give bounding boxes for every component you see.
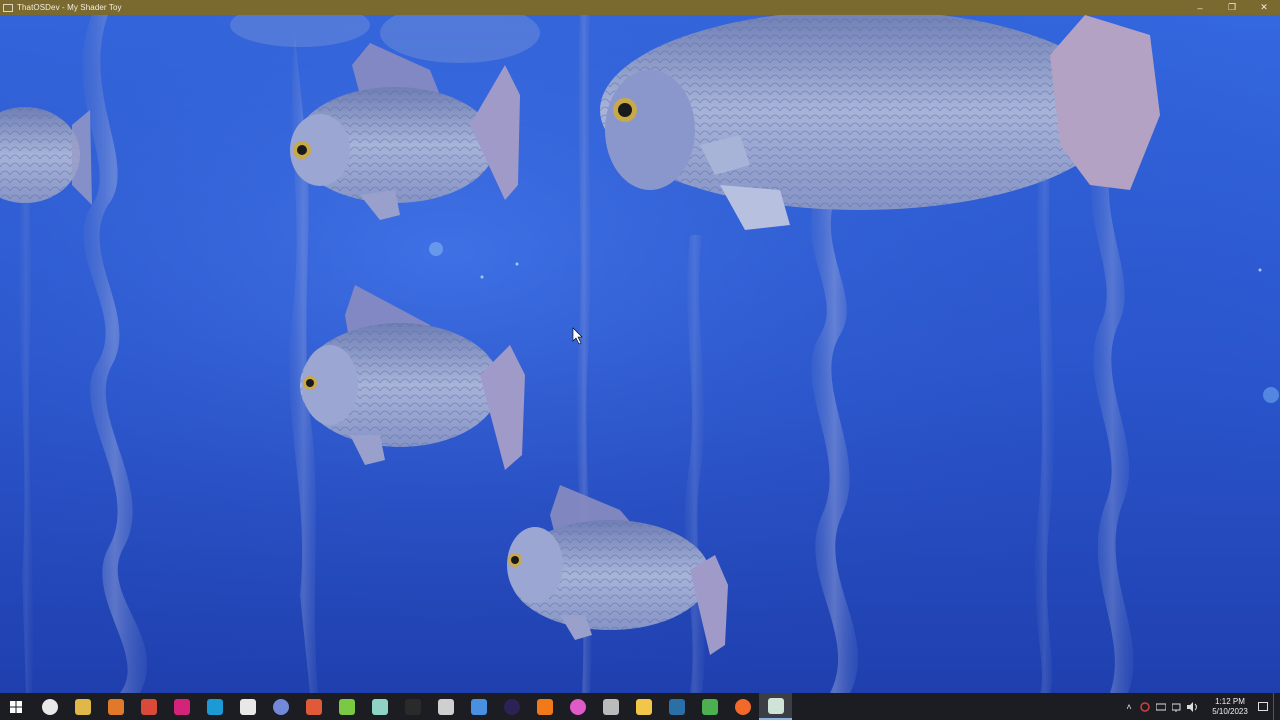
blender-icon <box>107 698 124 715</box>
taskbar-app-15[interactable] <box>528 693 561 720</box>
minimize-button[interactable]: – <box>1184 0 1216 15</box>
taskbar-app-9[interactable] <box>330 693 363 720</box>
taskbar-app-19[interactable] <box>660 693 693 720</box>
tray-device-icon[interactable] <box>1153 693 1169 720</box>
window-title-bar[interactable]: ThatOSDev - My Shader Toy – ❐ ✕ <box>0 0 1280 15</box>
taskbar-app-8[interactable] <box>297 693 330 720</box>
fish-left-partial <box>0 107 92 205</box>
taskbar-app-13[interactable] <box>462 693 495 720</box>
taskbar-app-3[interactable] <box>132 693 165 720</box>
show-desktop-button[interactable] <box>1273 693 1280 720</box>
taskbar-app-7[interactable] <box>264 693 297 720</box>
taskbar-app-6[interactable] <box>231 693 264 720</box>
m-app-icon <box>173 698 190 715</box>
taskbar-app-12[interactable] <box>429 693 462 720</box>
firefox-icon <box>734 698 751 715</box>
discord-icon <box>272 698 289 715</box>
notepad-icon <box>338 698 355 715</box>
tiles-app-icon <box>701 698 718 715</box>
taskbar-app-17[interactable] <box>594 693 627 720</box>
taskbar: ˄ 1:12 PM 5/10/2023 <box>0 693 1280 720</box>
network-icon[interactable] <box>1169 693 1185 720</box>
pencil-app-icon <box>74 698 91 715</box>
taskbar-app-4[interactable] <box>165 693 198 720</box>
flame-app-icon <box>536 698 553 715</box>
taskbar-app-22[interactable] <box>759 693 792 720</box>
inkscape-icon <box>437 698 454 715</box>
window-title: ThatOSDev - My Shader Toy <box>17 3 122 12</box>
taskbar-app-16[interactable] <box>561 693 594 720</box>
paint-app-icon <box>140 698 157 715</box>
notification-icon[interactable] <box>1255 693 1271 720</box>
cmake-icon <box>470 698 487 715</box>
obs-icon <box>41 698 58 715</box>
taskbar-app-21[interactable] <box>726 693 759 720</box>
taskbar-app-14[interactable] <box>495 693 528 720</box>
start-button[interactable] <box>0 693 32 720</box>
taskbar-app-1[interactable] <box>66 693 99 720</box>
taskbar-app-2[interactable] <box>99 693 132 720</box>
steam-icon <box>668 698 685 715</box>
windows-icon <box>10 700 22 713</box>
system-tray: ˄ 1:12 PM 5/10/2023 <box>1121 693 1280 720</box>
taskbar-app-5[interactable] <box>198 693 231 720</box>
close-button[interactable]: ✕ <box>1248 0 1280 15</box>
shader-window-icon <box>767 697 784 714</box>
v-app-icon <box>206 698 223 715</box>
clock-time: 1:12 PM <box>1215 696 1245 706</box>
clock-date: 5/10/2023 <box>1212 706 1248 716</box>
color-wheel-icon <box>569 698 586 715</box>
volume-icon[interactable] <box>1185 693 1201 720</box>
taskbar-app-0[interactable] <box>33 693 66 720</box>
eclipse-icon <box>503 698 520 715</box>
tray-expand-chevron-icon[interactable]: ˄ <box>1121 693 1137 720</box>
taskbar-app-10[interactable] <box>363 693 396 720</box>
excel-icon <box>239 698 256 715</box>
cube-app-icon <box>371 698 388 715</box>
taskbar-app-20[interactable] <box>693 693 726 720</box>
git-icon <box>305 698 322 715</box>
shader-canvas[interactable] <box>0 15 1280 693</box>
maximize-button[interactable]: ❐ <box>1216 0 1248 15</box>
underwater-scene <box>0 15 1280 693</box>
terminal-icon <box>404 698 421 715</box>
file-explorer-icon <box>635 698 652 715</box>
taskbar-app-18[interactable] <box>627 693 660 720</box>
taskbar-app-11[interactable] <box>396 693 429 720</box>
taskbar-clock[interactable]: 1:12 PM 5/10/2023 <box>1205 697 1255 717</box>
app-window-icon <box>3 3 13 12</box>
game-controller-icon <box>602 698 619 715</box>
tray-app-icon[interactable] <box>1137 693 1153 720</box>
